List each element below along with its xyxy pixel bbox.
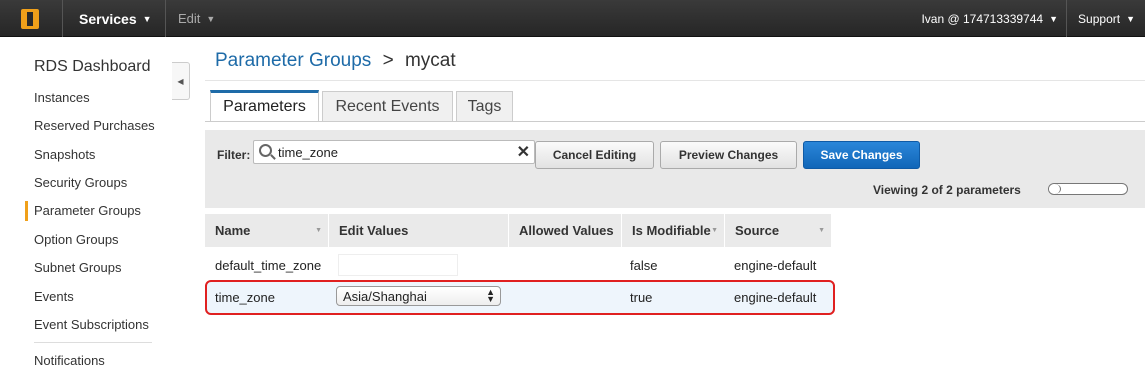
sidebar-item-reserved-purchases[interactable]: Reserved Purchases [34, 118, 155, 133]
cell-modifiable: false [630, 257, 658, 273]
sidebar-divider [34, 342, 152, 343]
sidebar-item-instances[interactable]: Instances [34, 90, 90, 105]
column-header-edit-values[interactable]: Edit Values [329, 214, 509, 247]
breadcrumb: Parameter Groups > mycat [215, 50, 456, 72]
sidebar: RDS Dashboard Instances Reserved Purchas… [0, 38, 172, 373]
select-value: Asia/Shanghai [343, 288, 427, 304]
clear-filter-icon[interactable]: ✕ [517, 142, 530, 162]
table-row[interactable]: default_time_zone false engine-default [205, 250, 832, 280]
column-header-label: Is Modifiable [632, 223, 711, 238]
cell-source: engine-default [734, 257, 817, 273]
edit-label: Edit [178, 11, 201, 26]
search-icon [259, 144, 272, 157]
services-menu[interactable]: Services ▼ [62, 0, 166, 37]
sidebar-item-snapshots[interactable]: Snapshots [34, 147, 95, 162]
viewing-count: Viewing 2 of 2 parameters [873, 183, 1021, 197]
breadcrumb-link-parameter-groups[interactable]: Parameter Groups [215, 50, 371, 71]
column-header-allowed-values[interactable]: Allowed Values [509, 214, 622, 247]
chevron-down-icon: ▼ [206, 13, 216, 24]
sidebar-item-event-subscriptions[interactable]: Event Subscriptions [34, 317, 149, 332]
filter-label: Filter: [217, 148, 251, 162]
filter-box: ✕ [253, 140, 535, 164]
support-label: Support [1078, 11, 1121, 26]
tabs-divider [205, 121, 1145, 122]
tab-tags[interactable]: Tags [456, 91, 513, 121]
breadcrumb-current: mycat [404, 50, 456, 71]
aws-cube-icon [21, 8, 39, 29]
sort-icon: ▼ [818, 227, 825, 234]
top-navigation-bar: Services ▼ Edit ▼ Ivan @ 174713339744 ▼ … [0, 0, 1145, 37]
header-divider [205, 80, 1145, 81]
cancel-editing-button[interactable]: Cancel Editing [535, 141, 654, 169]
column-header-name[interactable]: Name ▼ [205, 214, 329, 247]
pagination-slider[interactable] [1048, 183, 1128, 195]
save-changes-button[interactable]: Save Changes [803, 141, 920, 169]
sidebar-item-parameter-groups[interactable]: Parameter Groups [34, 203, 141, 218]
services-label: Services [79, 10, 137, 27]
account-label: Ivan @ 174713339744 [921, 11, 1044, 26]
breadcrumb-separator: > [382, 50, 394, 71]
sort-icon: ▼ [315, 227, 322, 234]
filter-toolbar: Filter: ✕ Cancel Editing Preview Changes… [205, 130, 1145, 208]
edit-value-field [338, 254, 458, 276]
sort-icon: ▼ [711, 227, 718, 234]
column-header-label: Allowed Values [519, 223, 614, 238]
sidebar-title[interactable]: RDS Dashboard [34, 58, 151, 76]
table-header: Name ▼ Edit Values Allowed Values Is Modi… [205, 214, 832, 247]
filter-input[interactable] [278, 143, 508, 161]
column-header-is-modifiable[interactable]: Is Modifiable ▼ [622, 214, 725, 247]
cell-modifiable: true [630, 289, 653, 305]
slider-knob[interactable] [1049, 184, 1061, 194]
column-header-label: Source [735, 223, 780, 238]
column-header-source[interactable]: Source ▼ [725, 214, 832, 247]
account-menu[interactable]: Ivan @ 174713339744 ▼ [913, 0, 1067, 37]
tab-parameters[interactable]: Parameters [210, 90, 319, 121]
column-header-label: Edit Values [339, 223, 409, 238]
column-header-label: Name [215, 223, 251, 238]
active-indicator [25, 201, 28, 221]
chevron-down-icon: ▼ [142, 13, 152, 24]
edit-value-select[interactable]: Asia/Shanghai ▲ ▼ [336, 286, 501, 306]
sidebar-item-notifications[interactable]: Notifications [34, 353, 105, 368]
sidebar-item-events[interactable]: Events [34, 289, 74, 304]
edit-menu[interactable]: Edit ▼ [168, 0, 215, 37]
cell-name: time_zone [215, 289, 275, 305]
select-arrows-icon: ▲ ▼ [486, 287, 495, 304]
tab-recent-events[interactable]: Recent Events [322, 91, 453, 121]
sidebar-collapse-button[interactable]: ◀ [172, 62, 190, 100]
cell-name: default_time_zone [215, 257, 322, 273]
support-menu[interactable]: Support ▼ [1072, 0, 1141, 37]
sidebar-item-security-groups[interactable]: Security Groups [34, 175, 127, 190]
sidebar-item-subnet-groups[interactable]: Subnet Groups [34, 260, 121, 275]
cell-source: engine-default [734, 289, 817, 305]
chevron-down-icon: ▼ [1126, 13, 1135, 24]
sidebar-item-option-groups[interactable]: Option Groups [34, 232, 119, 247]
chevron-down-icon: ▼ [1049, 13, 1058, 24]
aws-logo[interactable] [4, 0, 56, 37]
table-row[interactable]: time_zone Asia/Shanghai ▲ ▼ true engine-d… [205, 282, 832, 312]
preview-changes-button[interactable]: Preview Changes [660, 141, 797, 169]
chevron-left-icon: ◀ [177, 76, 184, 86]
